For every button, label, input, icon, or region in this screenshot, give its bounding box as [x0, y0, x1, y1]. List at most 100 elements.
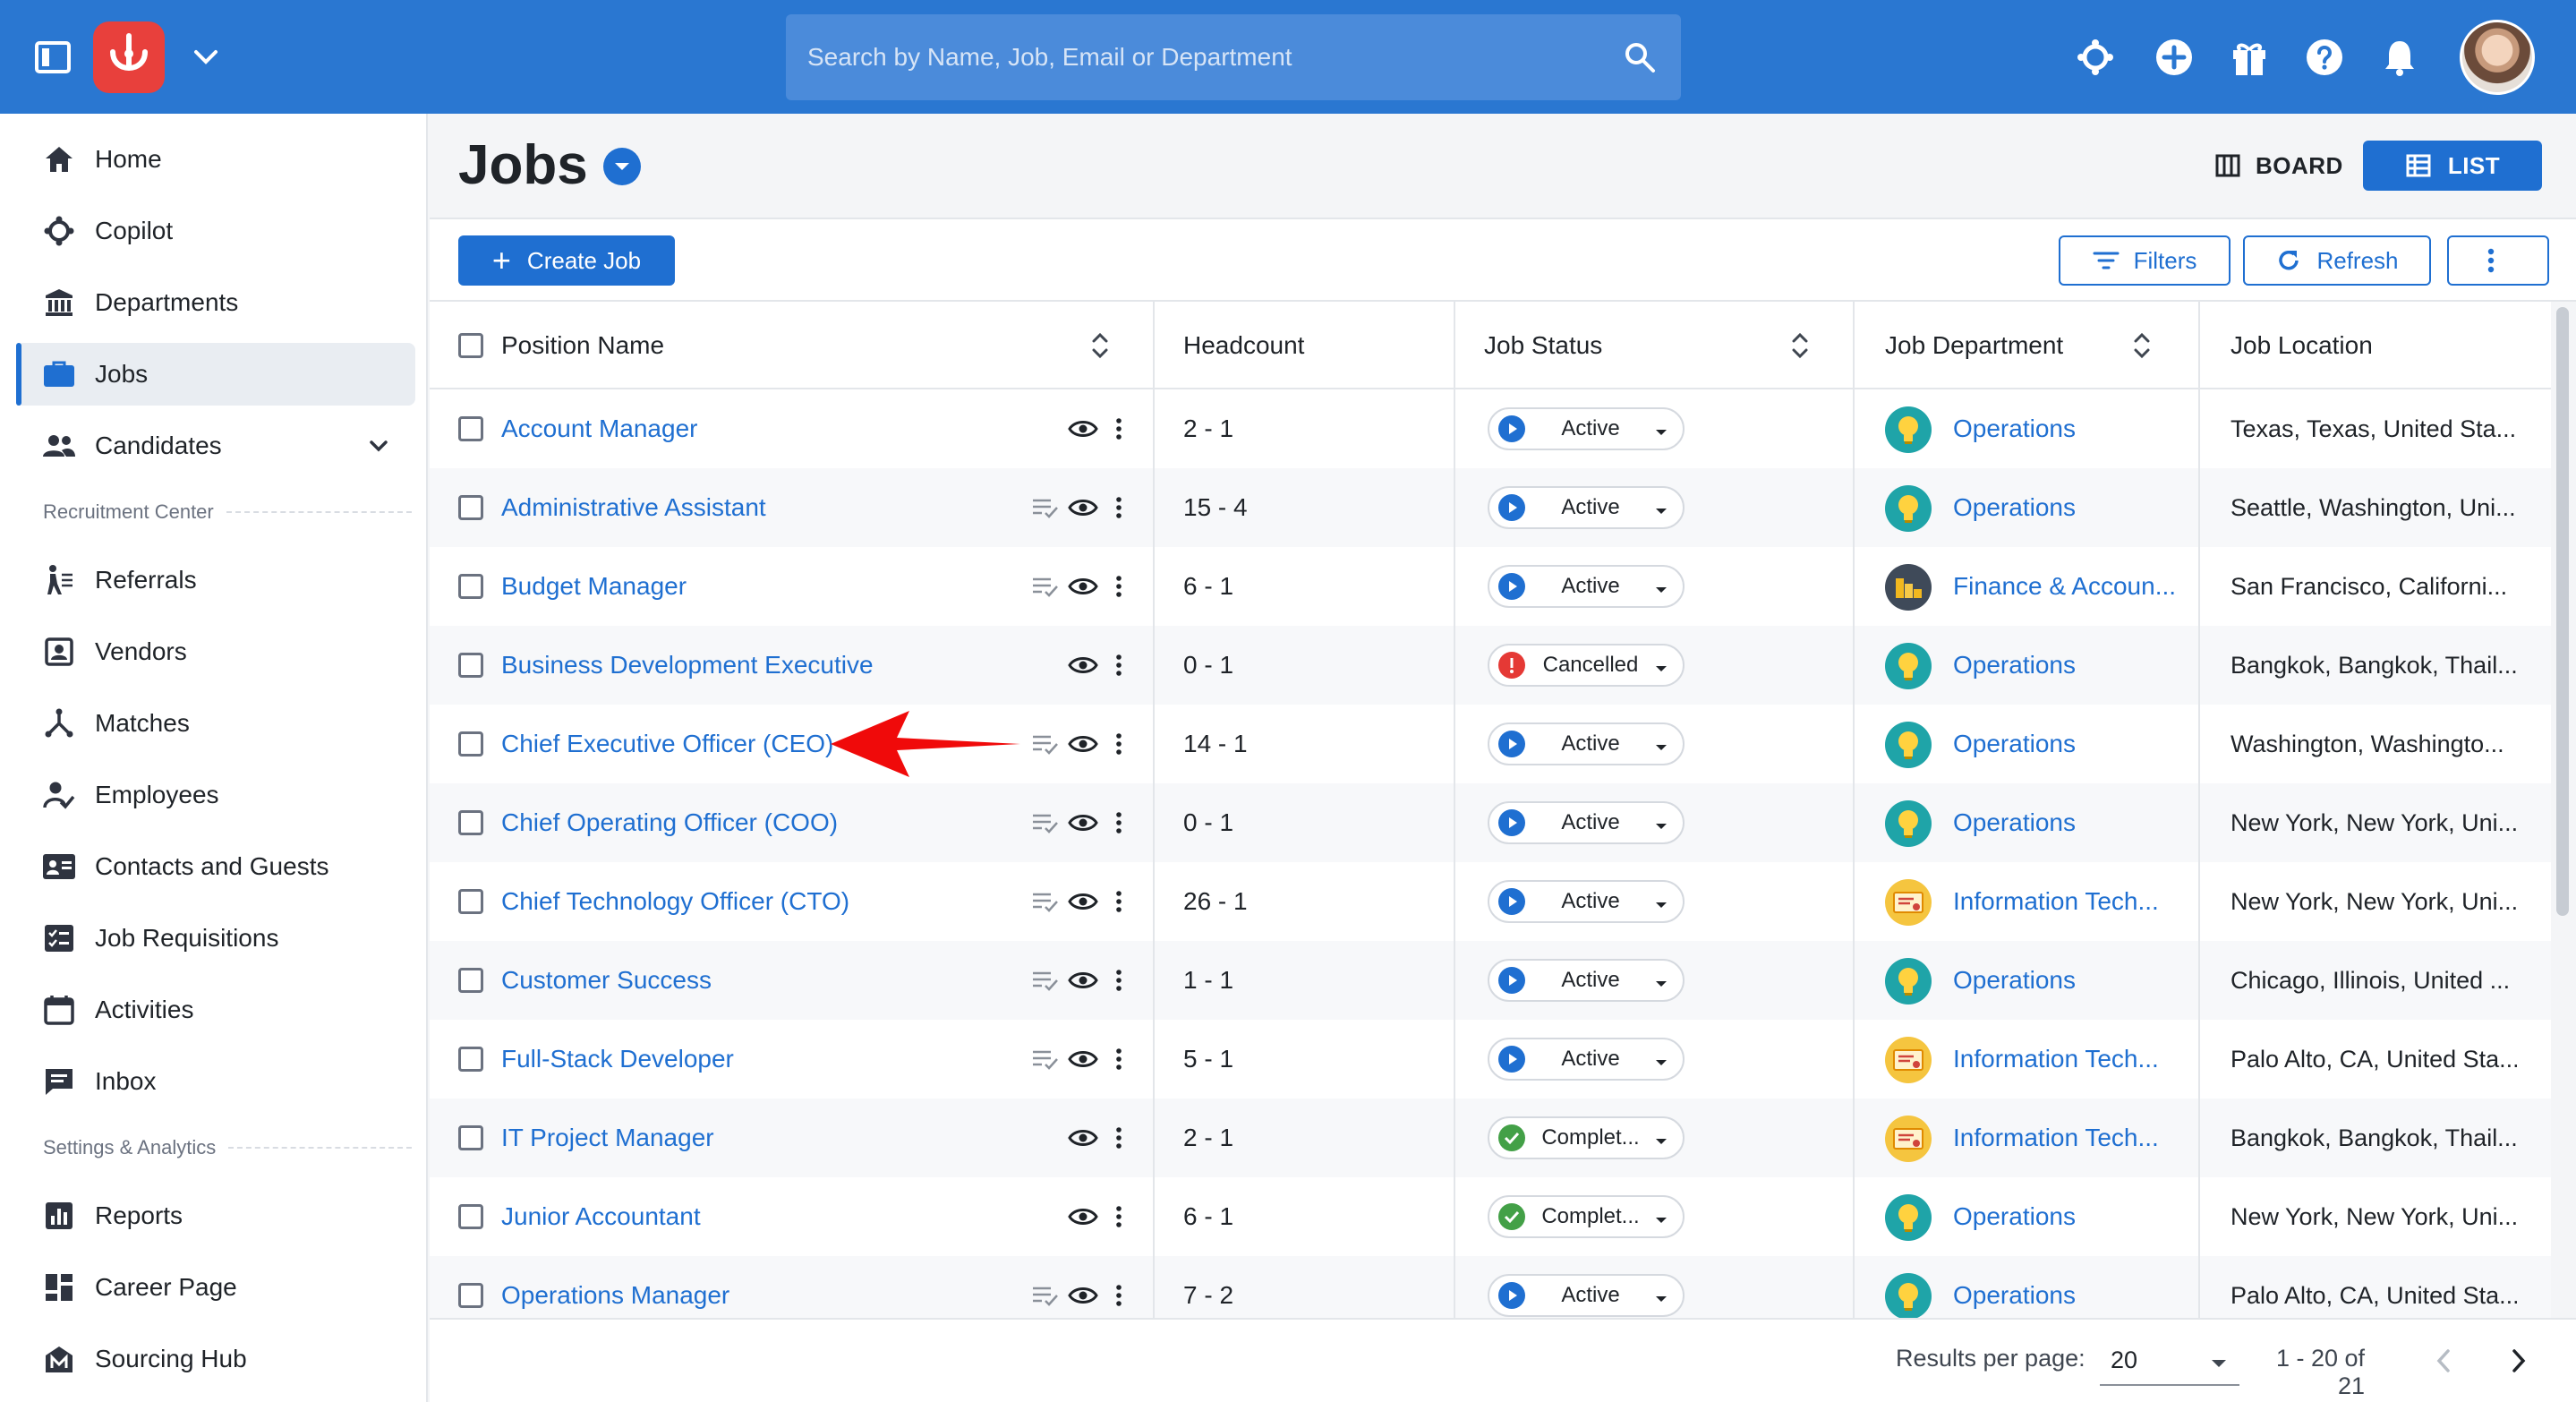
row-checkbox[interactable]	[458, 495, 483, 520]
sort-icon[interactable]	[2128, 329, 2155, 363]
position-link[interactable]: Account Manager	[501, 415, 697, 443]
eye-icon[interactable]	[1067, 1279, 1099, 1312]
position-link[interactable]: Chief Executive Officer (CEO)	[501, 730, 833, 758]
notification-bell-icon[interactable]	[2377, 35, 2422, 80]
table-row[interactable]: Junior Accountant 6 - 1 Complet... Operatio…	[430, 1177, 2551, 1256]
position-link[interactable]: Chief Operating Officer (COO)	[501, 808, 838, 837]
sidebar-item-activities[interactable]: Activities	[16, 979, 415, 1041]
previous-page-icon[interactable]	[2426, 1343, 2461, 1379]
more-options-button[interactable]	[2447, 235, 2549, 286]
more-vertical-icon[interactable]	[1103, 885, 1135, 918]
copilot-icon[interactable]	[2073, 35, 2118, 80]
gift-icon[interactable]	[2227, 35, 2272, 80]
eye-icon[interactable]	[1067, 885, 1099, 918]
sidebar-item-referrals[interactable]: Referrals	[16, 549, 415, 611]
more-vertical-icon[interactable]	[1103, 728, 1135, 760]
eye-icon[interactable]	[1067, 413, 1099, 445]
sidebar-item-job-requisitions[interactable]: Job Requisitions	[16, 907, 415, 970]
app-logo[interactable]	[93, 21, 165, 93]
status-dropdown[interactable]: Complet...	[1488, 1116, 1685, 1159]
department-link[interactable]: Operations	[1953, 626, 2076, 705]
filters-button[interactable]: Filters	[2059, 235, 2231, 286]
table-row[interactable]: Chief Technology Officer (CTO) 26 - 1 Acti…	[430, 862, 2551, 941]
more-vertical-icon[interactable]	[1103, 807, 1135, 839]
more-vertical-icon[interactable]	[1103, 1279, 1135, 1312]
board-view-button[interactable]: BOARD	[2214, 141, 2343, 191]
sidebar-item-career-page[interactable]: Career Page	[16, 1256, 415, 1319]
select-all-checkbox[interactable]	[458, 333, 483, 358]
create-job-button[interactable]: + Create Job	[458, 235, 675, 286]
table-row[interactable]: Account Manager 2 - 1 Active Operations Texa…	[430, 389, 2551, 468]
row-checkbox[interactable]	[458, 574, 483, 599]
eye-icon[interactable]	[1067, 649, 1099, 681]
sidebar-item-reports[interactable]: Reports	[16, 1184, 415, 1247]
add-circle-icon[interactable]	[2152, 35, 2196, 80]
chevron-down-icon[interactable]	[603, 148, 641, 185]
department-link[interactable]: Operations	[1953, 468, 2076, 547]
more-vertical-icon[interactable]	[1103, 570, 1135, 603]
column-header-location[interactable]: Job Location	[2200, 302, 2551, 389]
more-vertical-icon[interactable]	[1103, 1201, 1135, 1233]
position-link[interactable]: IT Project Manager	[501, 1124, 714, 1152]
chevron-down-icon[interactable]	[188, 39, 224, 75]
table-row[interactable]: IT Project Manager 2 - 1 Complet... Informa…	[430, 1099, 2551, 1177]
department-link[interactable]: Operations	[1953, 1256, 2076, 1318]
position-link[interactable]: Customer Success	[501, 966, 712, 995]
department-link[interactable]: Operations	[1953, 783, 2076, 862]
next-page-icon[interactable]	[2501, 1343, 2537, 1379]
results-per-page-select[interactable]: 20	[2100, 1336, 2239, 1386]
table-row[interactable]: Business Development Executive 0 - 1 Cance…	[430, 626, 2551, 705]
refresh-button[interactable]: Refresh	[2243, 235, 2431, 286]
sidebar-item-matches[interactable]: Matches	[16, 692, 415, 755]
more-vertical-icon[interactable]	[1103, 1043, 1135, 1075]
notes-check-icon[interactable]	[1029, 964, 1062, 996]
sort-icon[interactable]	[1087, 329, 1113, 363]
more-vertical-icon[interactable]	[1103, 964, 1135, 996]
more-vertical-icon[interactable]	[1103, 649, 1135, 681]
table-row[interactable]: Full-Stack Developer 5 - 1 Active Informati…	[430, 1020, 2551, 1099]
department-link[interactable]: Operations	[1953, 705, 2076, 783]
eye-icon[interactable]	[1067, 492, 1099, 524]
search-icon[interactable]	[1620, 38, 1659, 77]
department-link[interactable]: Information Tech...	[1953, 1099, 2159, 1177]
status-dropdown[interactable]: Active	[1488, 801, 1685, 844]
table-row[interactable]: Operations Manager 7 - 2 Active Operations P…	[430, 1256, 2551, 1318]
help-icon[interactable]	[2302, 35, 2347, 80]
sidebar-item-copilot[interactable]: Copilot	[16, 200, 415, 262]
row-checkbox[interactable]	[458, 1283, 483, 1308]
sidebar-item-candidates[interactable]: Candidates	[16, 415, 415, 477]
row-checkbox[interactable]	[458, 1125, 483, 1150]
user-avatar[interactable]	[2460, 20, 2535, 95]
position-link[interactable]: Operations Manager	[501, 1281, 729, 1310]
column-header-headcount[interactable]: Headcount	[1155, 302, 1455, 389]
row-checkbox[interactable]	[458, 810, 483, 835]
eye-icon[interactable]	[1067, 1043, 1099, 1075]
status-dropdown[interactable]: Active	[1488, 407, 1685, 450]
eye-icon[interactable]	[1067, 728, 1099, 760]
position-link[interactable]: Administrative Assistant	[501, 493, 766, 522]
table-scrollbar[interactable]	[2551, 302, 2576, 1318]
status-dropdown[interactable]: Active	[1488, 565, 1685, 608]
notes-check-icon[interactable]	[1029, 1279, 1062, 1312]
department-link[interactable]: Operations	[1953, 941, 2076, 1020]
chevron-down-icon[interactable]	[363, 431, 394, 461]
eye-icon[interactable]	[1067, 1201, 1099, 1233]
position-link[interactable]: Budget Manager	[501, 572, 687, 601]
notes-check-icon[interactable]	[1029, 885, 1062, 918]
column-header-position[interactable]: Position Name	[430, 302, 1155, 389]
position-link[interactable]: Business Development Executive	[501, 651, 874, 680]
status-dropdown[interactable]: Active	[1488, 486, 1685, 529]
row-checkbox[interactable]	[458, 1047, 483, 1072]
notes-check-icon[interactable]	[1029, 728, 1062, 760]
table-row[interactable]: Budget Manager 6 - 1 Active Finance & Accou…	[430, 547, 2551, 626]
status-dropdown[interactable]: Active	[1488, 1274, 1685, 1317]
eye-icon[interactable]	[1067, 807, 1099, 839]
department-link[interactable]: Finance & Accoun...	[1953, 547, 2176, 626]
status-dropdown[interactable]: Cancelled	[1488, 644, 1685, 687]
position-link[interactable]: Junior Accountant	[501, 1202, 701, 1231]
sidebar-item-contacts[interactable]: Contacts and Guests	[16, 835, 415, 898]
sidebar-item-employees[interactable]: Employees	[16, 764, 415, 826]
status-dropdown[interactable]: Active	[1488, 959, 1685, 1002]
status-dropdown[interactable]: Complet...	[1488, 1195, 1685, 1238]
scrollbar-thumb[interactable]	[2556, 307, 2569, 916]
